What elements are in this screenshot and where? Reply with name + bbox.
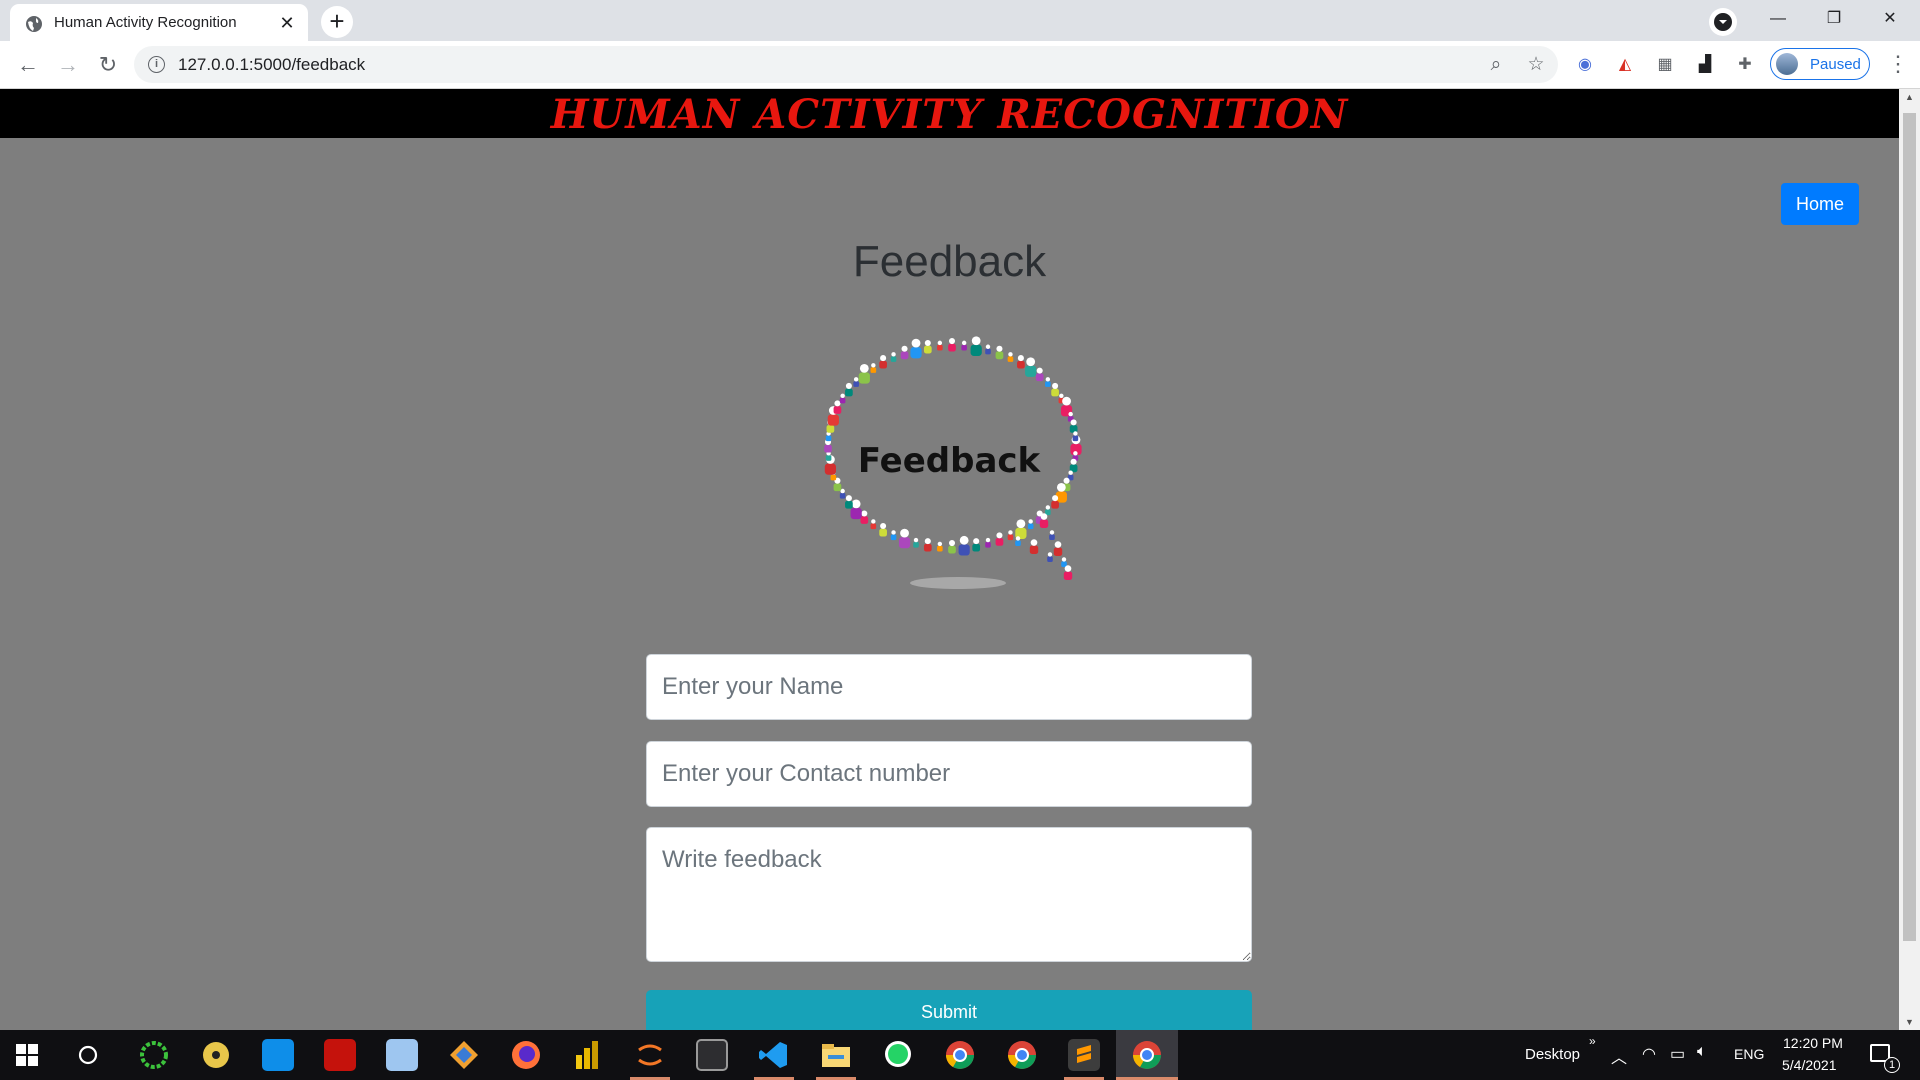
chrome-profile-icon[interactable] (944, 1039, 976, 1071)
tray-overflow-chevron-icon[interactable]: ︿ (1611, 1044, 1627, 1068)
tab-title: Human Activity Recognition (54, 14, 237, 31)
extension-globe-icon[interactable]: ◉ (1573, 53, 1597, 77)
profile-status: Paused (1810, 56, 1861, 73)
page-title: Feedback (852, 237, 1047, 286)
page-scrollbar[interactable]: ▲ ▼ (1899, 89, 1920, 1030)
close-window-button[interactable]: ✕ (1862, 0, 1918, 38)
globe-icon (26, 16, 42, 32)
site-info-icon[interactable]: i (148, 56, 165, 73)
toolbar-expand-icon[interactable]: » (1589, 1034, 1596, 1048)
volume-icon[interactable]: 🔈︎ (1697, 1043, 1707, 1061)
search-circle-icon[interactable] (77, 1044, 99, 1066)
scrollbar-thumb[interactable] (1903, 113, 1916, 941)
home-button[interactable]: Home (1781, 183, 1859, 225)
virtualbox-icon[interactable] (386, 1039, 418, 1071)
name-input[interactable] (646, 654, 1252, 720)
browser-tabstrip: Human Activity Recognition ✕ + — ❐ ✕ (0, 0, 1920, 41)
address-bar[interactable]: i 127.0.0.1:5000/feedback ⌕ ☆ (134, 46, 1558, 83)
scroll-up-icon[interactable]: ▲ (1899, 89, 1920, 105)
windows-taskbar: Desktop » ︿ ◠ ▭ 🔈︎ ENG 12:20 PM 5/4/2021… (0, 1030, 1920, 1080)
jupyter-icon[interactable] (634, 1039, 666, 1071)
tab-search-button[interactable] (1709, 8, 1737, 36)
vscode-icon[interactable] (758, 1039, 790, 1071)
scroll-down-icon[interactable]: ▼ (1899, 1014, 1920, 1030)
browser-tab[interactable]: Human Activity Recognition ✕ (10, 4, 308, 41)
terminal-icon[interactable] (696, 1039, 728, 1071)
site-banner: HUMAN ACTIVITY RECOGNITION (0, 89, 1899, 138)
restore-button[interactable]: ❐ (1806, 0, 1862, 38)
minimize-button[interactable]: — (1750, 0, 1806, 38)
zoom-icon[interactable]: ⌕ (1484, 53, 1508, 77)
chevron-down-icon (1714, 13, 1732, 31)
feedback-textarea[interactable] (646, 827, 1252, 962)
language-indicator[interactable]: ENG (1734, 1046, 1764, 1062)
clock-time[interactable]: 12:20 PM (1783, 1035, 1843, 1051)
teamviewer-icon[interactable] (262, 1039, 294, 1071)
wifi-icon[interactable]: ◠ (1642, 1044, 1656, 1064)
extension-pdf-icon[interactable]: ◭ (1613, 53, 1637, 77)
feedback-speech-bubble-illustration: Feedback (824, 336, 1082, 589)
clock-date[interactable]: 5/4/2021 (1782, 1057, 1837, 1073)
file-explorer-icon[interactable] (820, 1039, 852, 1071)
powerbi-icon[interactable] (572, 1039, 604, 1071)
chrome-profile-icon[interactable] (1006, 1039, 1038, 1071)
extension-calculator-icon[interactable]: ▦ (1653, 53, 1677, 77)
windows-start-icon[interactable] (16, 1044, 38, 1066)
illustration-label: Feedback (858, 441, 1042, 481)
close-tab-icon[interactable]: ✕ (276, 12, 298, 34)
reload-button[interactable]: ↻ (92, 49, 124, 81)
firefox-icon[interactable] (510, 1039, 542, 1071)
sublime-text-icon[interactable] (1068, 1039, 1100, 1071)
chrome-icon[interactable] (1131, 1039, 1163, 1071)
profile-button[interactable]: Paused (1770, 48, 1870, 80)
page-viewport: HUMAN ACTIVITY RECOGNITION Home Feedback… (0, 89, 1899, 1030)
browser-menu-icon[interactable]: ⋮ (1886, 50, 1910, 78)
back-button[interactable]: ← (12, 49, 44, 81)
forward-button[interactable]: → (52, 49, 84, 81)
contact-number-input[interactable] (646, 741, 1252, 807)
notification-count-badge: 1 (1884, 1057, 1900, 1073)
submit-button[interactable]: Submit (646, 990, 1252, 1030)
git-app-icon[interactable] (448, 1039, 480, 1071)
new-tab-button[interactable]: + (321, 6, 353, 38)
spinner-app-icon[interactable] (138, 1039, 170, 1071)
site-title: HUMAN ACTIVITY RECOGNITION (550, 91, 1349, 138)
battery-icon[interactable]: ▭ (1670, 1044, 1685, 1064)
whatsapp-icon[interactable] (882, 1039, 914, 1071)
bookmark-star-icon[interactable]: ☆ (1524, 53, 1548, 77)
url-text[interactable]: 127.0.0.1:5000/feedback (178, 55, 365, 75)
desktop-toolbar-label[interactable]: Desktop (1525, 1046, 1580, 1063)
extension-chart-icon[interactable]: ▟ (1693, 53, 1717, 77)
disc-app-icon[interactable] (200, 1039, 232, 1071)
avatar (1776, 53, 1798, 75)
extensions-puzzle-icon[interactable]: ✚ (1733, 53, 1757, 77)
acrobat-icon[interactable] (324, 1039, 356, 1071)
